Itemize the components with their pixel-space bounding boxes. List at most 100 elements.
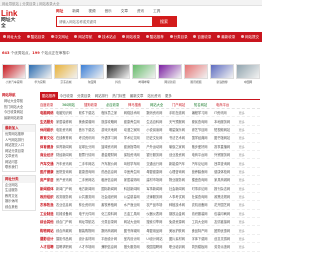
highlight-link[interactable]: 必应收录: [106, 102, 128, 107]
category-name[interactable]: 生活服务: [40, 119, 56, 124]
site-link[interactable]: 综合门户网: [56, 219, 79, 224]
featured-site-card[interactable]: 京东商城: [54, 64, 78, 86]
site-link[interactable]: 摄影作品网: [56, 236, 79, 241]
more-link[interactable]: 更多: [237, 244, 245, 249]
site-link[interactable]: 林业资讯网: [79, 202, 102, 207]
site-link[interactable]: 分类目录网: [101, 219, 124, 224]
site-link[interactable]: 公共服务网: [79, 194, 102, 199]
more-link[interactable]: 更多: [237, 177, 245, 182]
site-link[interactable]: 猎头服务网: [124, 244, 147, 249]
more-link[interactable]: 更多: [237, 135, 245, 140]
site-link[interactable]: 新能源汽车: [169, 161, 192, 166]
site-link[interactable]: 考试资讯网: [79, 135, 102, 140]
site-link[interactable]: 汽车报价网: [101, 161, 124, 166]
highlight-link[interactable]: 360网站: [62, 102, 84, 107]
site-link[interactable]: 钢铁冶金网: [169, 211, 192, 216]
category-nav-item[interactable]: 网站导航: [71, 32, 95, 42]
site-link[interactable]: 母婴用品网: [146, 228, 169, 233]
site-link[interactable]: 家居装修网: [56, 119, 79, 124]
site-link[interactable]: 物业服务网: [169, 177, 192, 182]
site-link[interactable]: 综合商城网: [56, 228, 79, 233]
site-link[interactable]: 中医养生网: [124, 169, 147, 174]
site-link[interactable]: 电影资讯网: [56, 127, 79, 132]
site-link[interactable]: 交通出行网: [146, 161, 169, 166]
highlight-link[interactable]: 神马搜索: [128, 102, 150, 107]
nav-link[interactable]: 文章: [121, 9, 128, 15]
sidebar-link[interactable]: 最新网站收录: [2, 116, 36, 122]
tab-1[interactable]: 今日收录: [58, 92, 76, 99]
tab-4[interactable]: 热门标签: [110, 92, 128, 99]
site-link[interactable]: 国学经典网: [192, 135, 215, 140]
site-link[interactable]: 股票行情网: [79, 152, 102, 157]
tab-5[interactable]: 最新文章: [128, 92, 146, 99]
site-link[interactable]: 动漫之家网: [124, 127, 147, 132]
category-nav-item[interactable]: 分类目录: [167, 32, 191, 42]
category-nav-item[interactable]: 酷站推荐: [143, 32, 167, 42]
category-name[interactable]: 人才招聘: [40, 244, 56, 249]
category-name[interactable]: 医疗健康: [40, 169, 56, 174]
site-link[interactable]: 游戏天地网: [101, 127, 124, 132]
site-link[interactable]: 健康体检网: [214, 169, 237, 174]
site-link[interactable]: 职业培训网: [169, 244, 192, 249]
site-link[interactable]: 汽车资讯网: [56, 161, 79, 166]
site-link[interactable]: 音乐下载站: [79, 127, 102, 132]
site-link[interactable]: 母婴健康网: [146, 169, 169, 174]
site-link[interactable]: 短视频网站: [214, 127, 237, 132]
site-link[interactable]: 历史文化网: [146, 135, 169, 140]
site-link[interactable]: 综艺节目网: [192, 127, 215, 132]
more-link[interactable]: 更多: [237, 144, 245, 149]
site-link[interactable]: 友情链接网: [214, 219, 237, 224]
more-link[interactable]: 更多: [237, 110, 245, 115]
more-link[interactable]: 更多: [237, 152, 245, 157]
site-link[interactable]: 财经新闻网: [56, 152, 79, 157]
site-link[interactable]: 足球比分网: [79, 144, 102, 149]
site-link[interactable]: 花卉园艺网: [214, 202, 237, 207]
category-name[interactable]: 购物网站: [40, 228, 56, 233]
site-link[interactable]: 农业信息网: [56, 202, 79, 207]
site-link[interactable]: 军事新闻网: [146, 186, 169, 191]
site-link[interactable]: 时事评论网: [192, 186, 215, 191]
site-link[interactable]: 仪器仪表网: [146, 211, 169, 216]
nav-link[interactable]: 资讯: [137, 9, 144, 15]
category-name[interactable]: 综合其他: [40, 219, 56, 224]
site-link[interactable]: 创业投资网: [169, 152, 192, 157]
site-link[interactable]: 天气预报网: [169, 119, 192, 124]
site-link[interactable]: 汽车论坛网: [192, 161, 215, 166]
tab-2[interactable]: 分类目录: [75, 92, 93, 99]
category-name[interactable]: 教育文化: [40, 135, 56, 140]
site-link[interactable]: 药品信息网: [101, 169, 124, 174]
site-link[interactable]: 健身指导网: [124, 144, 147, 149]
site-logo[interactable]: Link 网址大全: [1, 10, 19, 30]
site-link[interactable]: 楼盘查询网: [192, 177, 215, 182]
site-link[interactable]: 种植技术网: [169, 202, 192, 207]
site-link[interactable]: 平面设计网: [101, 236, 124, 241]
site-link[interactable]: 食品特产网: [192, 228, 215, 233]
more-link[interactable]: 更多: [237, 219, 245, 224]
site-link[interactable]: 基金理财网: [101, 152, 124, 157]
more-link[interactable]: 更多: [237, 186, 245, 191]
site-link[interactable]: 篮球资讯网: [101, 144, 124, 149]
highlight-link[interactable]: 电商平台: [216, 102, 238, 107]
site-link[interactable]: 赛事直播网: [214, 144, 237, 149]
site-link[interactable]: 电脑知识网: [56, 110, 79, 115]
site-link[interactable]: 建材市场网: [146, 177, 169, 182]
highlight-link[interactable]: 知名网站: [194, 102, 216, 107]
category-name[interactable]: 电脑网络: [40, 110, 56, 115]
site-link[interactable]: 软件下载站: [79, 110, 102, 115]
site-link[interactable]: 外贸服务网: [214, 152, 237, 157]
site-link[interactable]: 数码商城网: [101, 228, 124, 233]
more-link[interactable]: 更多: [237, 161, 245, 166]
site-link[interactable]: 简历模板网: [192, 244, 215, 249]
site-link[interactable]: 医院查询网: [56, 169, 79, 174]
site-link[interactable]: 在线教育网: [56, 135, 79, 140]
site-link[interactable]: 驾校学车网: [124, 161, 147, 166]
site-link[interactable]: 农机设备网: [192, 202, 215, 207]
site-link[interactable]: 社会新闻网: [169, 186, 192, 191]
featured-site-card[interactable]: 中国网: [236, 64, 260, 86]
site-link[interactable]: 学术论文网: [124, 135, 147, 140]
site-link[interactable]: 网站大全网: [124, 219, 147, 224]
site-link[interactable]: 搜索引擎网: [146, 219, 169, 224]
site-link[interactable]: 明星娱乐网: [169, 127, 192, 132]
site-link[interactable]: 政策法规网: [214, 194, 237, 199]
sidebar-link[interactable]: 综合其他: [3, 205, 35, 211]
